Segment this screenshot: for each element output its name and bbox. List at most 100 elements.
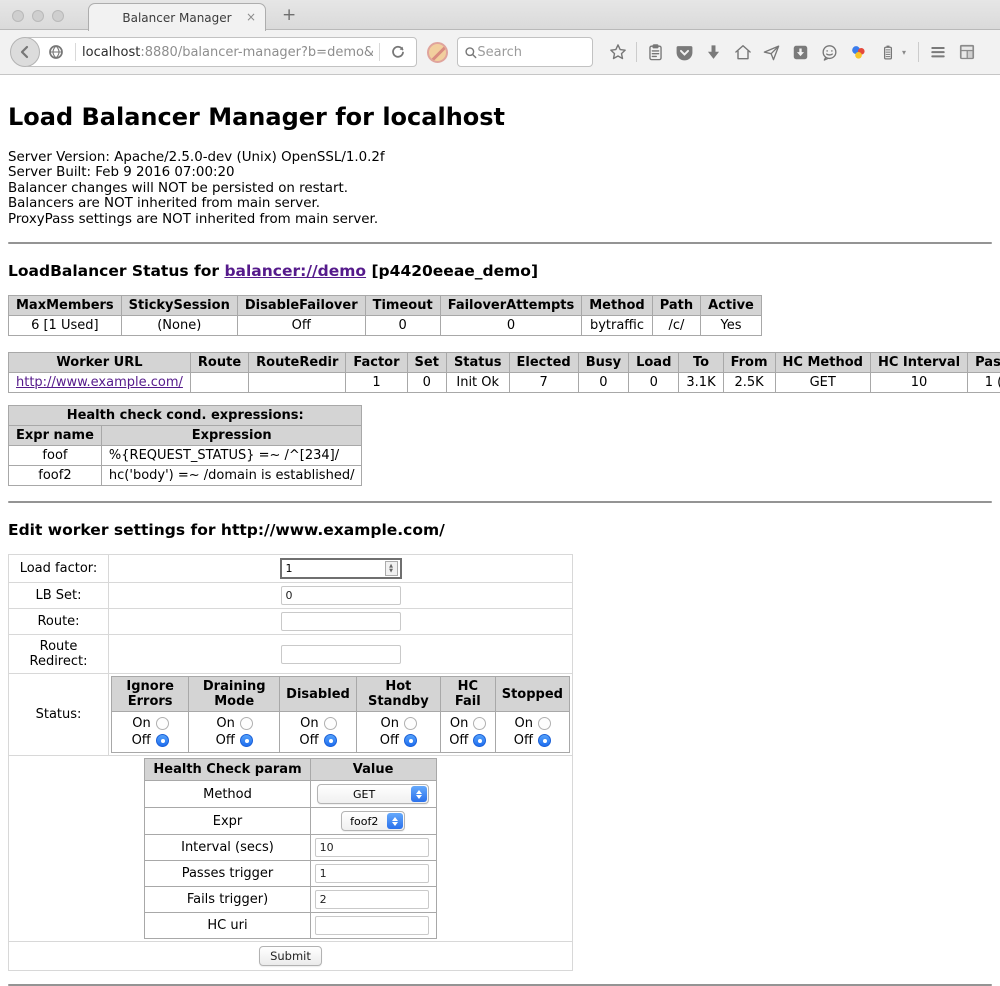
off-label: Off [216,733,235,748]
disabled-on-radio[interactable] [324,717,337,730]
submit-button[interactable]: Submit [259,946,322,966]
hc-fail-off-radio[interactable] [473,734,486,747]
form-row-lb-set: LB Set: [9,583,573,609]
url-path: :8880/balancer-manager?b=demo&w=http://w… [140,45,373,60]
col-hc-method: HC Method [775,353,870,373]
hc-expr-select[interactable]: foof2 [341,811,405,831]
ignore-errors-on-radio[interactable] [156,717,169,730]
hc-row-uri: HC uri [145,913,436,939]
close-window-button[interactable] [12,10,24,22]
send-icon [762,43,781,62]
balancer-link[interactable]: balancer://demo [224,262,366,280]
form-row-hc-params: Health Check param Value Method GET [9,756,573,942]
bookmark-star-button[interactable] [603,37,632,67]
server-version-line: Server Version: Apache/2.5.0-dev (Unix) … [8,150,992,165]
status-header-row: Ignore Errors Draining Mode Disabled Hot… [112,677,570,712]
overflow-caret-icon[interactable]: ▾ [902,48,914,57]
send-tab-button[interactable] [757,37,786,67]
hc-fails-label: Fails trigger) [145,887,310,913]
route-input[interactable] [281,612,401,631]
col-hc-value: Value [310,759,436,781]
search-bar[interactable] [457,37,593,67]
battery-extension-button[interactable] [873,37,902,67]
minimize-window-button[interactable] [32,10,44,22]
browser-tab[interactable]: Balancer Manager × [88,3,266,31]
cell-expr-name: foof2 [9,466,102,486]
col-expr-name: Expr name [9,426,102,446]
health-check-table: Health Check param Value Method GET [144,758,436,939]
load-factor-value: 1 [282,562,385,575]
table-header-row: Expr name Expression [9,426,362,446]
hc-row-method: Method GET [145,781,436,808]
hot-standby-on-radio[interactable] [404,717,417,730]
hc-method-select[interactable]: GET [317,784,429,804]
menu-button[interactable] [923,37,952,67]
pocket-icon [675,43,694,62]
search-input[interactable] [477,45,586,60]
reading-list-button[interactable] [641,37,670,67]
col-elected: Elected [509,353,578,373]
url-separator [379,43,380,61]
ignore-errors-off-radio[interactable] [156,734,169,747]
stopped-off-radio[interactable] [538,734,551,747]
table-title-row: Health check cond. expressions: [9,406,362,426]
status-label: Status: [9,674,109,756]
chat-button[interactable] [815,37,844,67]
table-header-row: Worker URL Route RouteRedir Factor Set S… [9,353,1000,373]
col-from: From [723,353,775,373]
hot-standby-off-radio[interactable] [404,734,417,747]
panels-button[interactable] [952,37,981,67]
toolbar-separator [636,42,637,62]
back-button[interactable] [10,37,40,67]
cell-factor: 1 [346,373,407,393]
hc-fail-on-radio[interactable] [473,717,486,730]
col-status: Status [446,353,509,373]
url-bar[interactable]: localhost:8880/balancer-manager?b=demo&w… [25,37,417,67]
form-row-status: Status: Ignore Errors Draining Mode Disa… [9,674,573,756]
new-tab-button[interactable]: + [282,5,296,25]
downloads-button[interactable] [699,37,728,67]
edit-worker-heading: Edit worker settings for http://www.exam… [8,521,992,539]
color-extension-button[interactable] [844,37,873,67]
home-button[interactable] [728,37,757,67]
col-hc-interval: HC Interval [870,353,967,373]
disabled-off-radio[interactable] [324,734,337,747]
worker-row: http://www.example.com/ 1 0 Init Ok 7 0 … [9,373,1000,393]
col-set: Set [407,353,446,373]
on-label: On [514,716,533,731]
load-factor-label: Load factor: [9,555,109,583]
draining-mode-off-radio[interactable] [240,734,253,747]
url-text[interactable]: localhost:8880/balancer-manager?b=demo&w… [82,45,373,60]
draining-mode-on-radio[interactable] [240,717,253,730]
reading-list-icon [646,43,665,62]
col-routeredir: RouteRedir [249,353,346,373]
hc-uri-input[interactable] [315,916,429,935]
hc-fails-input[interactable] [315,890,429,909]
tab-close-icon[interactable]: × [246,10,256,24]
cell-timeout: 0 [365,316,440,336]
zoom-window-button[interactable] [52,10,64,22]
reload-button[interactable] [386,37,410,67]
stopped-on-radio[interactable] [538,717,551,730]
content-blocked-icon[interactable] [427,42,448,63]
route-redirect-input[interactable] [281,645,401,664]
cell-expression: hc('body') =~ /domain is established/ [101,466,362,486]
hc-passes-input[interactable] [315,864,429,883]
url-domain: localhost [82,45,140,60]
number-spinner-icon[interactable]: ▲▼ [385,561,398,576]
hc-interval-label: Interval (secs) [145,835,310,861]
pocket-button[interactable] [670,37,699,67]
toolbar-separator [918,42,919,62]
hc-uri-label: HC uri [145,913,310,939]
worker-url-link[interactable]: http://www.example.com/ [16,375,183,390]
load-factor-input[interactable]: 1 ▲▼ [280,558,402,579]
on-label: On [299,716,318,731]
cell-expression: %{REQUEST_STATUS} =~ /^[234]/ [101,446,362,466]
hc-expr-value: foof2 [342,815,386,828]
extension-download-button[interactable] [786,37,815,67]
hc-interval-input[interactable] [315,838,429,857]
lb-set-input[interactable] [281,586,401,605]
page-title: Load Balancer Manager for localhost [8,103,992,131]
divider [8,242,992,244]
col-ignore-errors: Ignore Errors [112,677,189,712]
